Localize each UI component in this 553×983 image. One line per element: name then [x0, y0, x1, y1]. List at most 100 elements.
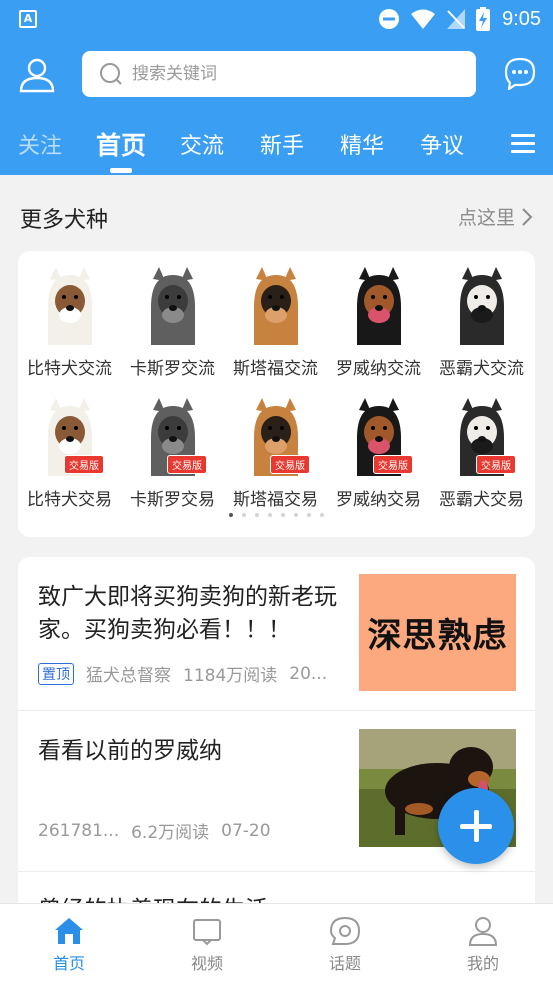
post-author: 261781...	[38, 820, 120, 841]
dog-avatar-icon: 交易版	[34, 398, 106, 476]
post-reads: 1184万阅读	[183, 666, 278, 686]
section-title: 更多犬种	[20, 208, 109, 233]
dog-avatar-icon: 交易版	[240, 398, 312, 476]
tab-controversial[interactable]: 争议	[420, 128, 464, 160]
tab-follow[interactable]: 关注	[18, 128, 62, 160]
thumbnail-text: 深思熟虑	[367, 616, 508, 656]
chevron-right-icon	[522, 207, 533, 226]
carousel-dot	[268, 513, 272, 517]
breed-name: 卡斯罗交流	[130, 359, 215, 379]
wifi-icon	[411, 9, 436, 29]
breed-item[interactable]: 恶霸犬交流	[430, 255, 533, 385]
home-icon	[55, 918, 83, 944]
status-time: 9:05	[502, 7, 541, 30]
breed-item[interactable]: 交易版恶霸犬交易	[430, 386, 533, 516]
more-link-label: 点这里	[457, 207, 515, 229]
dog-avatar-icon: 交易版	[343, 398, 415, 476]
tab-featured[interactable]: 精华	[340, 128, 384, 160]
trade-badge: 交易版	[270, 455, 310, 474]
breeds-section-header: 更多犬种 点这里	[0, 175, 553, 251]
breed-item[interactable]: 斯塔福交流	[224, 255, 327, 385]
post-feed: 致广大即将买狗卖狗的新老玩家。买狗卖狗必看！！！ 置顶 猛犬总督察 1184万阅…	[18, 557, 535, 917]
dog-avatar-icon	[446, 267, 518, 345]
carousel-dot	[255, 513, 259, 517]
trade-badge: 交易版	[373, 455, 413, 474]
post-title: 看看以前的罗威纳	[38, 738, 222, 764]
message-icon[interactable]	[503, 56, 537, 90]
search-icon	[100, 63, 122, 85]
dog-avatar-icon	[240, 267, 312, 345]
app-notification-icon: A	[19, 10, 37, 28]
trade-badge: 交易版	[64, 455, 104, 474]
user-avatar-icon[interactable]	[18, 56, 56, 94]
carousel-dot	[294, 513, 298, 517]
nav-topic[interactable]: 话题	[305, 916, 385, 974]
pinned-badge: 置顶	[38, 662, 74, 685]
tab-newbie[interactable]: 新手	[260, 128, 304, 160]
nav-label: 首页	[52, 954, 85, 973]
post-item[interactable]: 致广大即将买狗卖狗的新老玩家。买狗卖狗必看！！！ 置顶 猛犬总督察 1184万阅…	[18, 557, 535, 710]
breed-item[interactable]: 交易版斯塔福交易	[224, 386, 327, 516]
more-link[interactable]: 点这里	[458, 203, 533, 230]
breed-grid-card: 比特犬交流 卡斯罗交流 斯塔福交流 罗威纳交流 恶霸犬交流 交易版 比特犬交易 交易版 卡斯罗交…	[18, 251, 535, 537]
tab-active-indicator	[110, 168, 132, 173]
bottom-nav: 首页 视频 话题 我的	[0, 903, 553, 983]
nav-label: 视频	[190, 954, 223, 973]
breed-name: 比特犬交易	[27, 490, 112, 510]
nav-label: 我的	[466, 954, 499, 973]
post-date: 07-20	[221, 820, 271, 841]
post-thumbnail: 深思熟虑	[359, 574, 516, 691]
breed-name: 斯塔福交流	[233, 359, 318, 379]
dog-avatar-icon: 交易版	[446, 398, 518, 476]
search-input[interactable]	[132, 64, 452, 84]
dnd-icon	[379, 9, 400, 29]
breed-name: 罗威纳交流	[336, 359, 421, 379]
tab-home[interactable]: 首页	[96, 126, 146, 162]
signal-off-icon	[447, 9, 466, 29]
breed-name: 恶霸犬交流	[439, 359, 524, 379]
tab-exchange[interactable]: 交流	[180, 128, 224, 160]
breed-item[interactable]: 卡斯罗交流	[121, 255, 224, 385]
video-icon	[193, 919, 221, 946]
breed-name: 恶霸犬交易	[439, 490, 524, 510]
nav-video[interactable]: 视频	[167, 916, 247, 974]
breed-item[interactable]: 比特犬交流	[18, 255, 121, 385]
dog-avatar-icon	[34, 267, 106, 345]
post-author: 猛犬总督察	[86, 666, 171, 686]
battery-charging-icon	[476, 7, 491, 31]
post-meta: 置顶 猛犬总督察 1184万阅读 20...	[38, 661, 327, 686]
trade-badge: 交易版	[476, 455, 516, 474]
carousel-dot	[320, 513, 324, 517]
post-meta: 261781... 6.2万阅读 07-20	[38, 818, 271, 844]
breed-item[interactable]: 交易版 罗威纳交易	[327, 386, 430, 516]
dog-avatar-icon: 交易版	[137, 398, 209, 476]
breed-name: 比特犬交流	[27, 359, 112, 379]
post-reads: 6.2万阅读	[131, 823, 210, 843]
status-icons: 9:05	[378, 7, 541, 31]
nav-profile[interactable]: 我的	[443, 916, 523, 974]
carousel-dot	[281, 513, 285, 517]
dog-avatar-icon	[137, 267, 209, 345]
breed-name: 斯塔福交易	[233, 490, 318, 510]
breed-item[interactable]: 交易版卡斯罗交易	[121, 386, 224, 516]
dog-avatar-icon	[343, 267, 415, 345]
breed-item[interactable]: 交易版比特犬交易	[18, 386, 121, 516]
profile-icon	[468, 917, 498, 946]
carousel-dot	[307, 513, 311, 517]
carousel-dots	[18, 513, 535, 517]
trade-badge: 交易版	[167, 455, 207, 474]
add-post-button[interactable]	[438, 788, 514, 864]
breed-item[interactable]: 罗威纳交流	[327, 255, 430, 385]
app-header: A 9:05 关注 首页 交流 新手 精华 争议	[0, 0, 553, 175]
nav-label: 话题	[328, 954, 361, 973]
post-date: 20...	[289, 663, 328, 684]
search-bar[interactable]	[82, 51, 476, 97]
post-title: 致广大即将买狗卖狗的新老玩家。买狗卖狗必看！！！	[38, 584, 337, 643]
carousel-dot	[229, 513, 233, 517]
tabs-menu-icon[interactable]	[511, 134, 535, 154]
topic-icon	[329, 916, 361, 945]
nav-home[interactable]: 首页	[29, 916, 109, 974]
status-bar: A 9:05	[0, 0, 553, 38]
carousel-dot	[242, 513, 246, 517]
breed-name: 卡斯罗交易	[130, 490, 215, 510]
